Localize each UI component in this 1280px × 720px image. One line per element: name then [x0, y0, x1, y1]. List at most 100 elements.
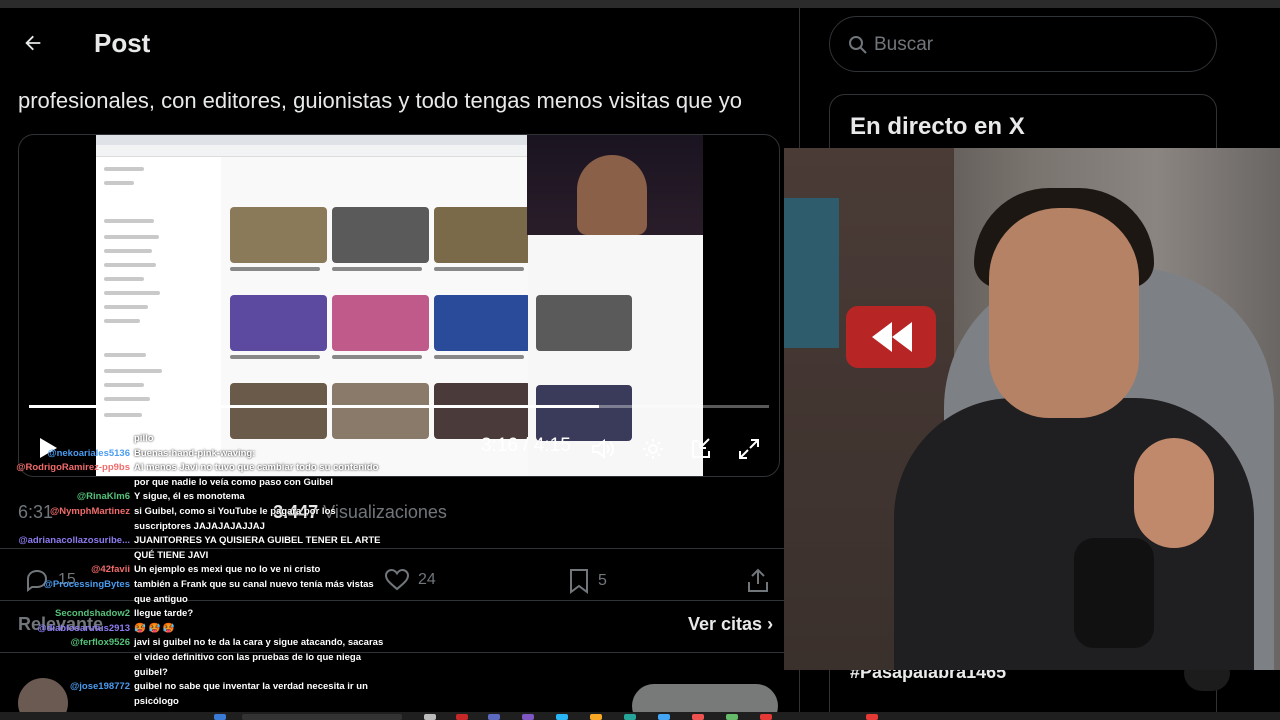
chat-message: por que nadie lo veía como paso con Guib… — [0, 476, 380, 491]
chat-message: @ferflox9526 javi si guibel no te da la c… — [0, 636, 384, 651]
chat-text: JUANITORRES YA QUISIERA GUIBEL TENER EL … — [134, 535, 381, 547]
chat-message: @ProcessingBytes también a Frank que su c… — [0, 578, 380, 593]
chat-text: también a Frank que su canal nuevo tenía… — [134, 579, 374, 590]
chat-text: javi si guibel no te da la cara y sigue … — [134, 637, 384, 649]
taskbar-app-icon[interactable] — [866, 714, 878, 720]
chat-text: Un ejemplo es mexi que no lo ve ni crist… — [134, 564, 321, 576]
chat-username[interactable]: @NymphMartinez — [50, 505, 130, 520]
fullscreen-icon — [739, 439, 759, 459]
quotes-link[interactable]: Ver citas › — [688, 614, 773, 635]
microphone-icon — [1074, 538, 1154, 648]
chat-message: @RodrigoRamirez-pp9bs Al menos Javi no tu… — [0, 461, 380, 476]
video-screenshot — [96, 135, 531, 476]
chat-message: psicólogo — [0, 695, 380, 710]
like-count: 24 — [418, 571, 436, 588]
chat-username[interactable]: Secondshadow2 — [55, 607, 130, 622]
chat-username[interactable]: @ferflox9526 — [71, 636, 130, 651]
streamer-webcam — [784, 148, 1280, 670]
chat-text: Y sigue, él es monotema — [134, 491, 245, 503]
chat-text: Buenas:hand-pink-waving: — [134, 447, 256, 459]
chat-text: guibel no sabe que inventar la verdad ne… — [134, 681, 368, 693]
chat-message: suscriptores JAJAJAJAJJAJ — [0, 520, 380, 535]
chat-message: @adrianacollazosuribe... JUANITORRES YA Q… — [0, 534, 380, 549]
live-chat-overlay: pillo @nekoariales5136 Buenas:hand-pink-wa… — [0, 432, 384, 720]
heart-icon — [384, 568, 410, 591]
chat-message: @42favii Un ejemplo es mexi que no lo ve … — [0, 563, 380, 578]
windows-start-icon[interactable] — [214, 714, 226, 720]
chat-message: @RinaKlm6 Y sigue, él es monotema — [0, 490, 380, 505]
chat-message: pillo — [0, 432, 380, 447]
chat-text: llegue tarde? — [134, 608, 194, 620]
taskbar-app-icon[interactable] — [590, 714, 602, 720]
taskbar-app-icon[interactable] — [760, 714, 772, 720]
chat-text: pillo — [134, 433, 154, 444]
share-button[interactable] — [746, 568, 770, 594]
taskbar-app-icon[interactable] — [456, 714, 468, 720]
chat-message: el video definitivo con las pruebas de l… — [0, 651, 380, 666]
chat-username[interactable]: @adrianacollazosuribe... — [18, 534, 130, 549]
bookmark-button[interactable]: 5 — [568, 568, 607, 594]
quotes-link-label: Ver citas — [688, 614, 763, 634]
chevron-right-icon: › — [767, 614, 774, 634]
chat-username[interactable]: @ProcessingBytes — [44, 578, 130, 593]
chat-message: @nekoariales5136 Buenas:hand-pink-waving: — [0, 447, 380, 462]
taskbar-app-icon[interactable] — [424, 714, 436, 720]
chat-username[interactable]: @RinaKlm6 — [77, 490, 130, 505]
volume-icon — [592, 438, 614, 460]
chat-message: QUÉ TIENE JAVI — [0, 549, 380, 564]
taskbar — [0, 712, 1280, 720]
video-time: 3:16 / 4:15 — [481, 435, 571, 456]
search-box[interactable]: Buscar — [829, 16, 1217, 72]
minimize-button[interactable] — [687, 435, 715, 463]
chat-text: 🥵 🥵 🥵 — [134, 622, 175, 634]
chat-message: @NymphMartinez si Guibel, como si YouTube… — [0, 505, 380, 520]
taskbar-app-icon[interactable] — [624, 714, 636, 720]
chat-text: suscriptores JAJAJAJAJJAJ — [134, 520, 265, 532]
chat-message: @jose198772 guibel no sabe que inventar l… — [0, 680, 380, 695]
taskbar-search[interactable] — [242, 714, 402, 720]
settings-button[interactable] — [639, 435, 667, 463]
back-button[interactable] — [18, 28, 48, 58]
live-panel-title: En directo en X — [850, 113, 1025, 140]
chat-text: QUÉ TIENE JAVI — [134, 549, 209, 561]
post-text: profesionales, con editores, guionistas … — [18, 88, 742, 113]
taskbar-app-icon[interactable] — [692, 714, 704, 720]
window-top-strip — [0, 0, 1280, 8]
page-title: Post — [94, 28, 151, 58]
taskbar-app-icon[interactable] — [726, 714, 738, 720]
taskbar-app-icon[interactable] — [556, 714, 568, 720]
chat-username[interactable]: @jose198772 — [70, 680, 130, 695]
chat-text: si Guibel, como si YouTube le pagara por… — [134, 506, 336, 517]
search-icon — [849, 36, 867, 54]
chat-text: psicólogo — [134, 695, 179, 707]
rewind-logo-icon — [846, 306, 936, 368]
fullscreen-button[interactable] — [735, 435, 763, 463]
volume-button[interactable] — [589, 435, 617, 463]
chat-text: Al menos Javi no tuvo que cambiar todo s… — [134, 462, 379, 474]
chat-text: por que nadie lo veía como paso con Guib… — [134, 476, 334, 488]
gear-icon — [643, 439, 663, 459]
streamer-cam-inset — [527, 135, 703, 235]
chat-message: guibel? — [0, 666, 380, 681]
search-input[interactable]: Buscar — [874, 34, 933, 56]
taskbar-app-icon[interactable] — [488, 714, 500, 720]
bookmark-count: 5 — [598, 572, 607, 589]
chat-username[interactable]: @nekoariales5136 — [47, 447, 130, 462]
chat-username[interactable]: @RodrigoRamirez-pp9bs — [16, 461, 130, 476]
share-icon — [748, 568, 768, 592]
video-progress-bar[interactable] — [29, 405, 769, 408]
video-player[interactable]: 3:16 / 4:15 — [18, 134, 780, 477]
minimize-icon — [692, 438, 710, 458]
video-progress-fill — [29, 405, 599, 408]
chat-text: guibel? — [134, 666, 168, 678]
bookmark-icon — [570, 569, 588, 594]
chat-message: que antiguo — [0, 593, 380, 608]
chat-username[interactable]: @42favii — [91, 563, 130, 578]
chat-text: que antiguo — [134, 593, 188, 605]
chat-username[interactable]: @diablosarutus2913 — [37, 622, 130, 637]
arrow-left-icon — [25, 35, 41, 51]
taskbar-app-icon[interactable] — [658, 714, 670, 720]
like-button[interactable]: 24 — [384, 568, 436, 592]
chat-message: Secondshadow2 llegue tarde? — [0, 607, 380, 622]
taskbar-app-icon[interactable] — [522, 714, 534, 720]
